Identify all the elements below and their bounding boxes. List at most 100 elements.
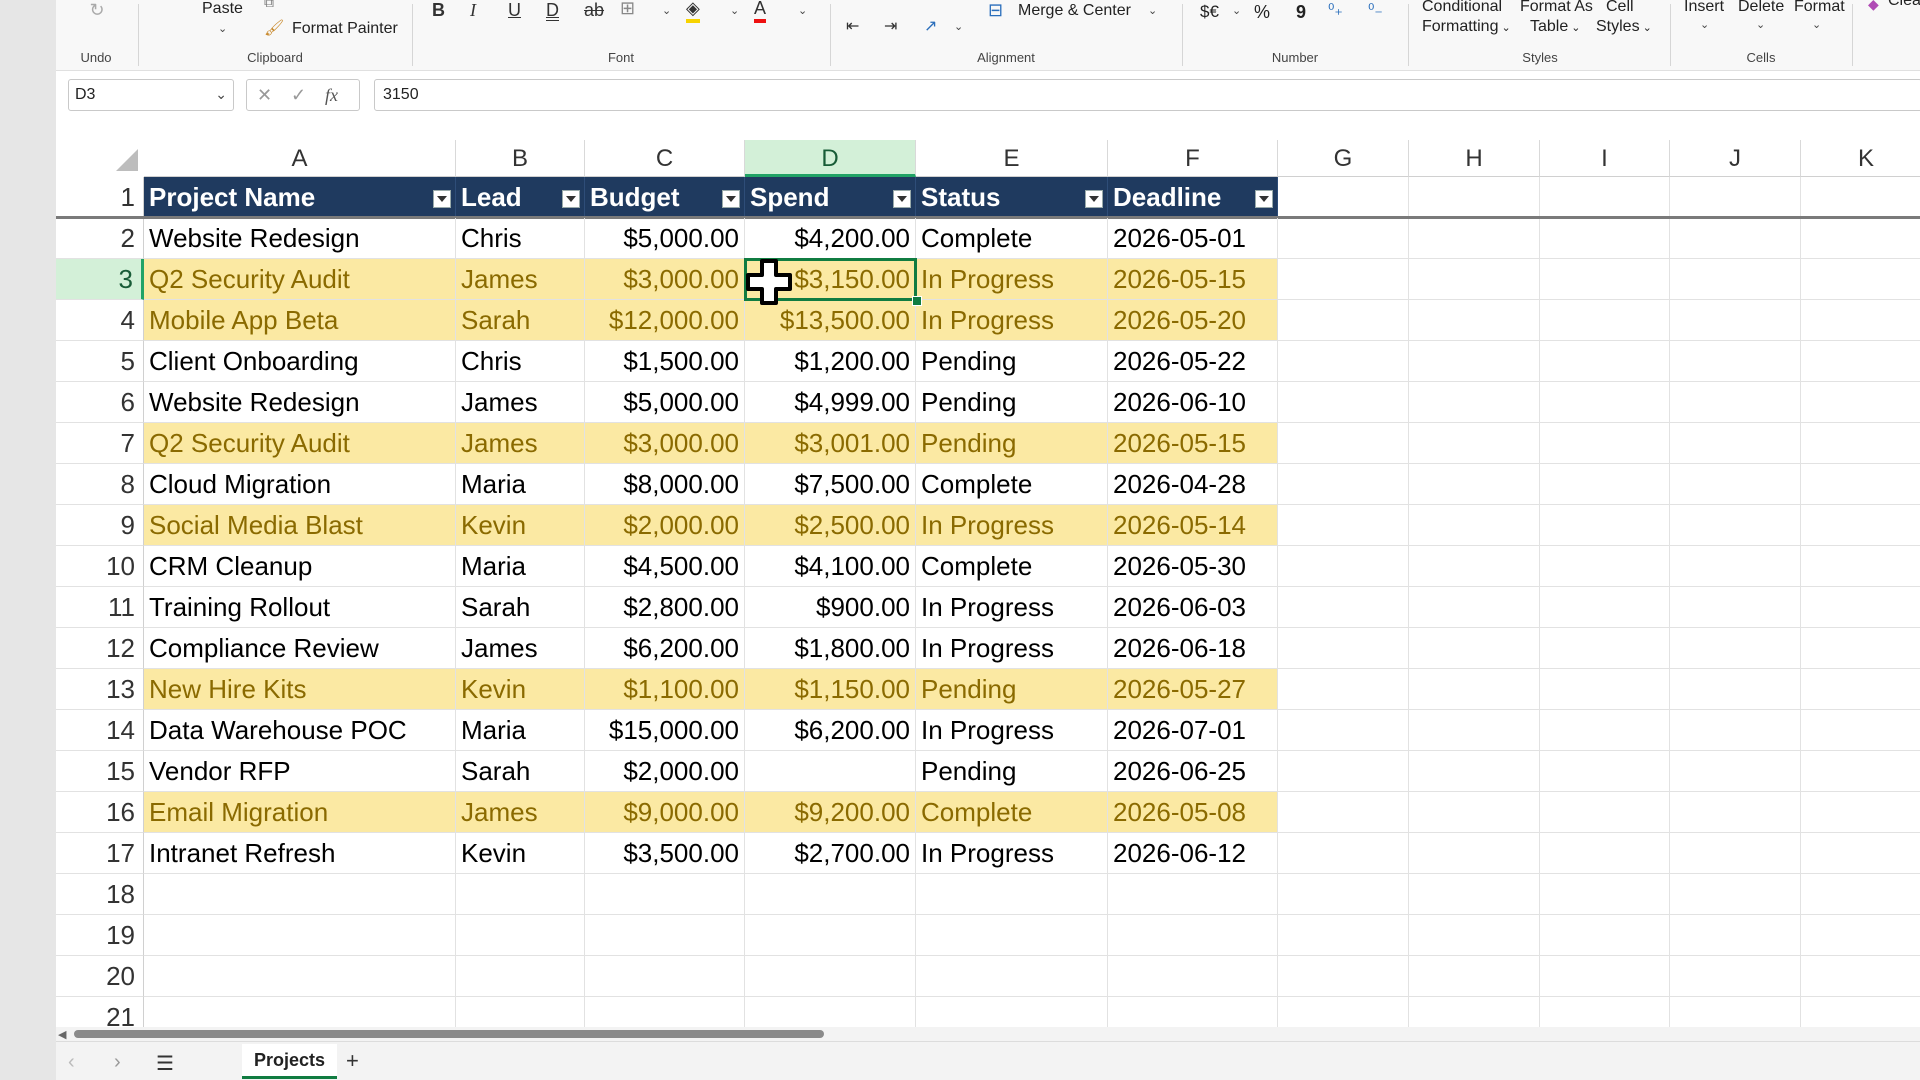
table-cell[interactable]: Kevin: [456, 833, 585, 874]
cell[interactable]: [585, 956, 745, 997]
table-cell[interactable]: $4,100.00: [745, 546, 916, 587]
cell[interactable]: [1278, 464, 1409, 505]
table-cell[interactable]: James: [456, 259, 585, 300]
cell[interactable]: [1409, 546, 1540, 587]
table-cell[interactable]: 2026-07-01: [1108, 710, 1278, 751]
table-cell[interactable]: Maria: [456, 464, 585, 505]
table-cell[interactable]: Data Warehouse POC: [144, 710, 456, 751]
cell[interactable]: [1670, 956, 1801, 997]
cell[interactable]: [1409, 628, 1540, 669]
cell[interactable]: [1540, 177, 1670, 218]
conditional-formatting-label-2[interactable]: Formatting ⌄: [1422, 18, 1511, 36]
table-header-cell[interactable]: Status: [916, 177, 1108, 218]
cell[interactable]: [1409, 382, 1540, 423]
cell[interactable]: [1540, 423, 1670, 464]
cell[interactable]: [1108, 874, 1278, 915]
table-cell[interactable]: $3,001.00: [745, 423, 916, 464]
table-cell[interactable]: $6,200.00: [745, 710, 916, 751]
cell[interactable]: [1409, 218, 1540, 259]
cell[interactable]: [144, 956, 456, 997]
cell[interactable]: [1409, 669, 1540, 710]
row-header-7[interactable]: 7: [56, 423, 144, 464]
cell[interactable]: [1409, 259, 1540, 300]
table-cell[interactable]: Complete: [916, 218, 1108, 259]
table-cell[interactable]: 2026-05-30: [1108, 546, 1278, 587]
column-header-g[interactable]: G: [1278, 140, 1409, 177]
cell[interactable]: [1278, 669, 1409, 710]
cell[interactable]: [1801, 874, 1920, 915]
merge-center-button[interactable]: Merge & Center: [1018, 2, 1131, 20]
cell[interactable]: [1540, 259, 1670, 300]
table-cell[interactable]: $1,150.00: [745, 669, 916, 710]
row-header-13[interactable]: 13: [56, 669, 144, 710]
table-cell[interactable]: $3,500.00: [585, 833, 745, 874]
table-cell[interactable]: Compliance Review: [144, 628, 456, 669]
table-cell[interactable]: 2026-05-15: [1108, 259, 1278, 300]
table-cell[interactable]: $2,000.00: [585, 751, 745, 792]
cell[interactable]: [1409, 874, 1540, 915]
table-cell[interactable]: $2,500.00: [745, 505, 916, 546]
cell[interactable]: [1409, 587, 1540, 628]
table-cell[interactable]: 2026-05-15: [1108, 423, 1278, 464]
table-cell[interactable]: In Progress: [916, 259, 1108, 300]
cell[interactable]: [1409, 997, 1540, 1027]
cell[interactable]: [1108, 915, 1278, 956]
table-cell[interactable]: $3,000.00: [585, 423, 745, 464]
select-all-button[interactable]: [56, 140, 145, 178]
row-header-4[interactable]: 4: [56, 300, 144, 341]
cell[interactable]: [745, 997, 916, 1027]
cell[interactable]: [1670, 915, 1801, 956]
delete-dropdown-icon[interactable]: ⌄: [1756, 18, 1765, 31]
cell[interactable]: [1278, 710, 1409, 751]
table-cell[interactable]: $2,700.00: [745, 833, 916, 874]
row-header-9[interactable]: 9: [56, 505, 144, 546]
strikethrough-icon[interactable]: ab: [584, 0, 604, 21]
table-cell[interactable]: Cloud Migration: [144, 464, 456, 505]
column-header-f[interactable]: F: [1108, 140, 1278, 177]
cell[interactable]: [1409, 956, 1540, 997]
cell[interactable]: [1540, 464, 1670, 505]
cell[interactable]: [456, 915, 585, 956]
insert-button[interactable]: Insert: [1684, 0, 1724, 16]
cell[interactable]: [1540, 218, 1670, 259]
cell-styles-label-2[interactable]: Styles ⌄: [1596, 18, 1652, 36]
cell[interactable]: [1801, 218, 1920, 259]
borders-dropdown-icon[interactable]: ⌄: [662, 4, 671, 17]
row-header-2[interactable]: 2: [56, 218, 144, 259]
row-header-3[interactable]: 3: [56, 259, 144, 300]
cell[interactable]: [1801, 587, 1920, 628]
table-cell[interactable]: James: [456, 792, 585, 833]
cell[interactable]: [1278, 751, 1409, 792]
row-header-6[interactable]: 6: [56, 382, 144, 423]
table-cell[interactable]: $4,500.00: [585, 546, 745, 587]
row-header-10[interactable]: 10: [56, 546, 144, 587]
table-cell[interactable]: In Progress: [916, 300, 1108, 341]
table-cell[interactable]: Q2 Security Audit: [144, 259, 456, 300]
table-cell[interactable]: Intranet Refresh: [144, 833, 456, 874]
currency-dropdown-icon[interactable]: ⌄: [1232, 4, 1241, 17]
table-cell[interactable]: 2026-04-28: [1108, 464, 1278, 505]
column-header-d[interactable]: D: [745, 140, 916, 177]
cell[interactable]: [144, 874, 456, 915]
cell[interactable]: [1801, 300, 1920, 341]
cell[interactable]: [1670, 546, 1801, 587]
table-cell[interactable]: Complete: [916, 546, 1108, 587]
table-cell[interactable]: Mobile App Beta: [144, 300, 456, 341]
column-header-c[interactable]: C: [585, 140, 745, 177]
cell[interactable]: [1801, 382, 1920, 423]
table-cell[interactable]: Training Rollout: [144, 587, 456, 628]
cell[interactable]: [585, 997, 745, 1027]
table-header-cell[interactable]: Deadline: [1108, 177, 1278, 218]
cell[interactable]: [1670, 259, 1801, 300]
cell[interactable]: [1801, 792, 1920, 833]
cell[interactable]: [1801, 177, 1920, 218]
table-cell[interactable]: 2026-06-18: [1108, 628, 1278, 669]
cell[interactable]: [1670, 628, 1801, 669]
next-sheet-icon[interactable]: ›: [114, 1051, 121, 1074]
row-header-15[interactable]: 15: [56, 751, 144, 792]
bold-icon[interactable]: B: [432, 0, 445, 21]
table-cell[interactable]: James: [456, 628, 585, 669]
cell[interactable]: [1278, 833, 1409, 874]
cell[interactable]: [1278, 505, 1409, 546]
filter-dropdown-icon[interactable]: [1255, 190, 1273, 208]
